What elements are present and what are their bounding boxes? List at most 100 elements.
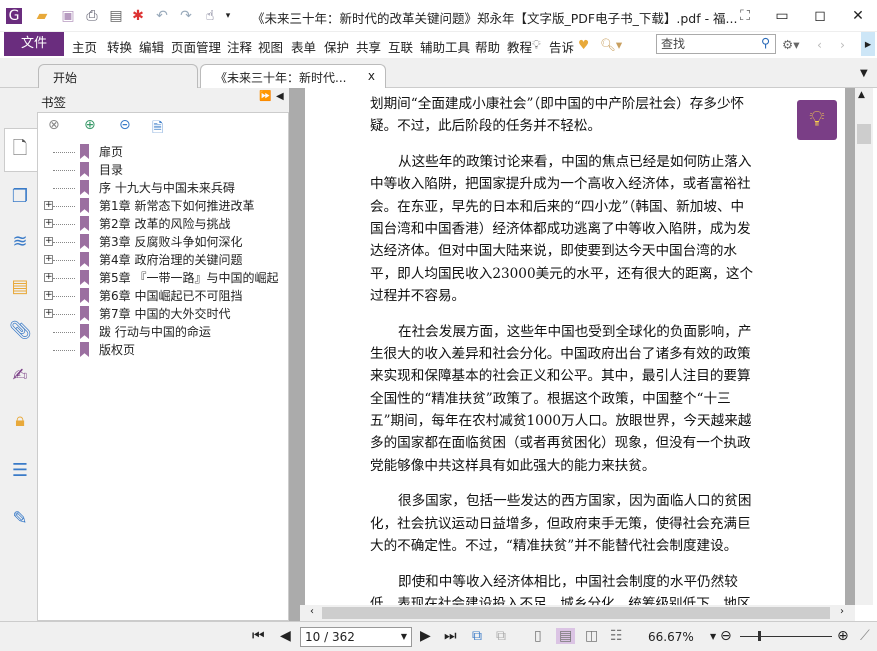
settings-icon[interactable]: ⚙▾ (782, 37, 799, 52)
menu-protect[interactable]: 保护 (324, 37, 349, 56)
zoom-in-icon[interactable]: ⊕ (837, 628, 849, 644)
scroll-up-icon[interactable]: ▲ (858, 90, 865, 100)
vertical-scrollbar[interactable]: ▲ (855, 88, 873, 605)
search-icon[interactable]: ⚲ (761, 35, 770, 50)
tell-me[interactable]: 告诉 (549, 37, 574, 56)
tips-lightbulb-button[interactable]: 💡︎ (797, 100, 837, 140)
horizontal-scrollbar[interactable]: ‹ › (300, 605, 855, 621)
new-icon[interactable]: ✱ (130, 8, 146, 24)
scroll-thumb[interactable] (857, 124, 871, 144)
bookmark-item[interactable]: + 第2章 改革的风险与挑战 (44, 215, 230, 233)
fullscreen-icon[interactable]: ⛶ (737, 8, 753, 24)
next-icon[interactable]: › (840, 37, 845, 52)
zoom-dropdown-icon[interactable]: ▼ (710, 632, 716, 641)
menu-connect[interactable]: 互联 (388, 37, 413, 56)
zoom-slider[interactable] (740, 636, 832, 637)
move-bookmark-icon[interactable]: ⊝ (119, 117, 131, 133)
next-view-icon[interactable]: ⧉ (496, 628, 506, 644)
prev-icon[interactable]: ‹ (817, 37, 822, 52)
bookmark-item[interactable]: + 第1章 新常态下如何推进改革 (44, 197, 254, 215)
bookmarks-panel-icon[interactable]: 🗋 (9, 138, 31, 160)
bookmark-item[interactable]: 版权页 (53, 341, 135, 359)
hscroll-thumb[interactable] (322, 607, 830, 619)
undo-icon[interactable]: ↶ (154, 8, 170, 24)
pages-panel-icon[interactable]: ❐ (9, 186, 31, 208)
menu-comment[interactable]: 注释 (227, 37, 252, 56)
menu-accessibility[interactable]: 辅助工具 (420, 37, 470, 56)
panel-options-icon[interactable]: ⏩ (259, 91, 271, 102)
bookmark-item[interactable]: + 第5章 『一带一路』与中国的崛起 (44, 269, 278, 287)
zoom-out-icon[interactable]: ⊖ (720, 628, 732, 644)
tab-start[interactable]: 开始 (38, 64, 198, 88)
expand-icon[interactable]: + (44, 201, 53, 210)
heart-icon[interactable]: ♥ (578, 37, 589, 52)
form-panel-icon[interactable]: ☰ (9, 460, 31, 482)
page-number-input[interactable]: 10 / 362 ▼ (300, 627, 412, 647)
print-icon[interactable]: ⎙ (84, 8, 100, 24)
menu-share[interactable]: 共享 (356, 37, 381, 56)
last-page-icon[interactable]: ⏭ (444, 628, 457, 644)
first-page-icon[interactable]: ⏮ (252, 628, 265, 644)
bookmark-item[interactable]: + 第4章 政府治理的关键问题 (44, 251, 242, 269)
scroll-left-icon[interactable]: ‹ (310, 606, 314, 617)
zoom-level[interactable]: 66.67% (648, 630, 694, 644)
facing-pages-icon[interactable]: ◫ (585, 628, 598, 644)
file-menu-button[interactable]: 文件 (4, 32, 64, 56)
lightbulb-icon[interactable]: 💡︎ (532, 37, 541, 53)
signature-panel-icon[interactable]: ✍ (9, 365, 31, 387)
attachments-panel-icon[interactable]: 📎︎ (9, 320, 32, 342)
layers-panel-icon[interactable]: ≋ (9, 231, 31, 253)
redo-icon[interactable]: ↷ (178, 8, 194, 24)
tools-panel-icon[interactable]: ✎ (9, 508, 31, 530)
minimize-icon[interactable]: ▭ (774, 8, 790, 24)
expand-icon[interactable]: + (44, 273, 53, 282)
hand-tool-icon[interactable]: ☝ (202, 8, 218, 24)
security-lock-icon[interactable]: 🔒︎ (9, 410, 31, 432)
menu-tutorial[interactable]: 教程 (507, 37, 532, 56)
find-folder-icon[interactable]: 🔍︎▾ (600, 37, 622, 53)
maximize-icon[interactable]: ◻ (812, 8, 828, 24)
menu-home[interactable]: 主页 (72, 37, 97, 56)
bookmark-item[interactable]: 扉页 (53, 143, 123, 161)
expand-icon[interactable]: + (44, 291, 53, 300)
prev-page-icon[interactable]: ◀ (280, 628, 291, 644)
continuous-facing-icon[interactable]: ☷ (610, 628, 623, 644)
bookmark-item[interactable]: 跋 行动与中国的命运 (53, 323, 211, 341)
bookmark-item[interactable]: + 第3章 反腐败斗争如何深化 (44, 233, 242, 251)
tab-document[interactable]: 《未来三十年：新时代... x (200, 64, 386, 89)
expand-icon[interactable]: + (44, 237, 53, 246)
bookmark-item[interactable]: + 第7章 中国的大外交时代 (44, 305, 230, 323)
single-page-icon[interactable]: ▯ (534, 628, 542, 644)
menu-help[interactable]: 帮助 (475, 37, 500, 56)
menu-edit[interactable]: 编辑 (139, 37, 164, 56)
delete-bookmark-icon[interactable]: ⊗ (48, 117, 60, 133)
customize-dropdown-icon[interactable]: ▾ (220, 8, 236, 24)
zoom-slider-thumb[interactable] (758, 631, 761, 641)
menu-view[interactable]: 视图 (258, 37, 283, 56)
continuous-page-icon[interactable]: ▤ (556, 628, 576, 644)
previous-view-icon[interactable]: ⧉ (472, 628, 482, 644)
properties-icon[interactable]: ▤ (108, 8, 124, 24)
ribbon-scroll-right[interactable]: ▸ (861, 32, 875, 56)
collapse-panel-icon[interactable]: ◀ (276, 91, 284, 102)
comments-panel-icon[interactable]: ▤ (9, 276, 31, 298)
save-icon[interactable]: ▣ (60, 8, 76, 24)
close-window-icon[interactable]: ✕ (850, 8, 866, 24)
menu-form[interactable]: 表单 (291, 37, 316, 56)
tab-list-dropdown-icon[interactable]: ▼ (860, 68, 868, 79)
bookmark-item[interactable]: + 第6章 中国崛起已不可阻挡 (44, 287, 242, 305)
menu-convert[interactable]: 转换 (107, 37, 132, 56)
bookmark-properties-icon[interactable]: 🗎︎ (152, 117, 163, 141)
panel-splitter[interactable] (289, 88, 300, 621)
expand-icon[interactable]: + (44, 255, 53, 264)
bookmark-item[interactable]: 序 十九大与中国未来兵碍 (53, 179, 235, 197)
next-page-icon[interactable]: ▶ (420, 628, 431, 644)
menu-page-manage[interactable]: 页面管理 (171, 37, 221, 56)
tab-close-icon[interactable]: x (368, 69, 375, 83)
expand-icon[interactable]: + (44, 309, 53, 318)
add-bookmark-icon[interactable]: ⊕ (84, 117, 96, 133)
open-icon[interactable]: ▰ (34, 8, 50, 24)
resize-grip-icon[interactable]: ⟋ (860, 628, 870, 644)
bookmark-item[interactable]: 目录 (53, 161, 123, 179)
scroll-right-icon[interactable]: › (840, 606, 844, 617)
